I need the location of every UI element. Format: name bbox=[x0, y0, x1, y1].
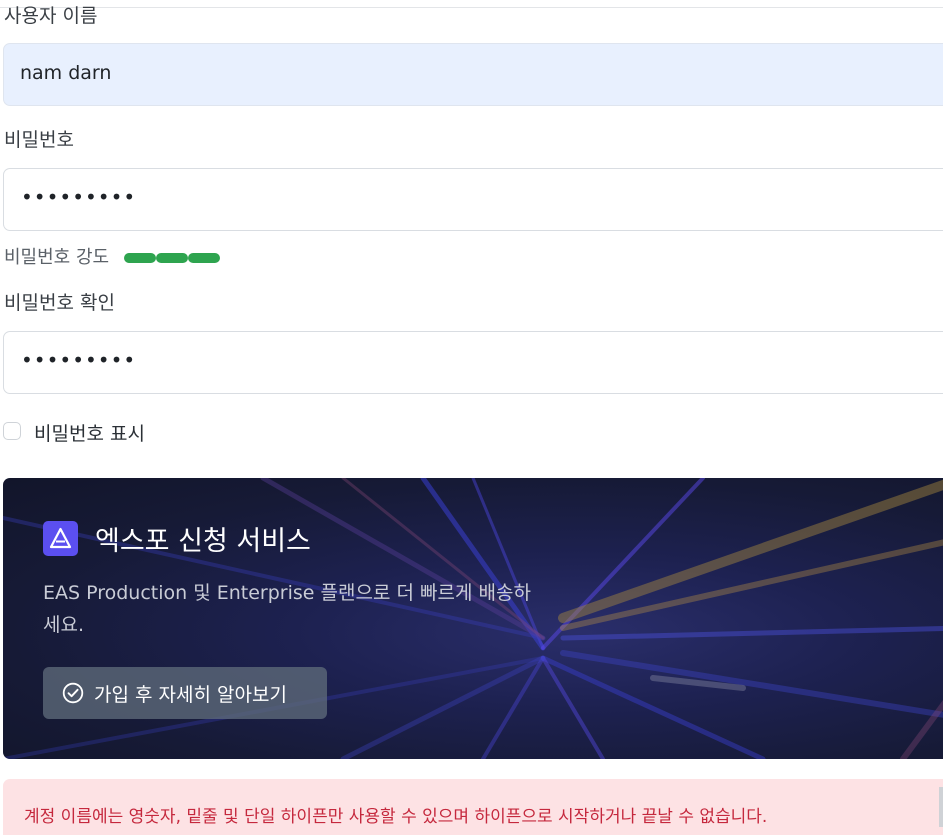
strength-segment-3 bbox=[188, 253, 220, 263]
expo-triangle-icon bbox=[43, 521, 78, 556]
username-label: 사용자 이름 bbox=[4, 5, 98, 27]
confirm-password-label: 비밀번호 확인 bbox=[4, 292, 115, 314]
show-password-label[interactable]: 비밀번호 표시 bbox=[34, 419, 145, 446]
top-divider bbox=[0, 7, 943, 8]
password-label: 비밀번호 bbox=[4, 129, 74, 151]
strength-segment-2 bbox=[156, 253, 188, 263]
promo-description: EAS Production 및 Enterprise 플랜으로 더 빠르게 배… bbox=[43, 582, 531, 636]
signup-learn-more-button[interactable]: 가입 후 자세히 알아보기 bbox=[43, 667, 327, 719]
username-value: nam darn bbox=[20, 62, 112, 84]
confirm-password-input[interactable]: ••••••••• bbox=[3, 331, 943, 394]
promo-title: 엑스포 신청 서비스 bbox=[95, 526, 311, 557]
username-input[interactable]: nam darn bbox=[3, 43, 943, 106]
show-password-checkbox[interactable] bbox=[3, 422, 21, 440]
scrollbar-edge[interactable] bbox=[939, 787, 943, 827]
error-message: 계정 이름에는 영숫자, 밑줄 및 단일 하이픈만 사용할 수 있으며 하이픈으… bbox=[24, 807, 768, 827]
check-circle-icon bbox=[62, 682, 84, 704]
signup-learn-more-label: 가입 후 자세히 알아보기 bbox=[94, 684, 287, 706]
eas-promo-card: 엑스포 신청 서비스 EAS Production 및 Enterprise 플… bbox=[3, 478, 943, 759]
error-banner: 계정 이름에는 영숫자, 밑줄 및 단일 하이픈만 사용할 수 있으며 하이픈으… bbox=[3, 779, 943, 835]
signup-form-page: 사용자 이름 nam darn 비밀번호 ••••••••• 비밀번호 강도 비… bbox=[0, 0, 943, 835]
strength-segment-1 bbox=[124, 253, 156, 263]
password-input[interactable]: ••••••••• bbox=[3, 168, 943, 231]
password-strength-label: 비밀번호 강도 bbox=[4, 247, 110, 268]
password-value: ••••••••• bbox=[21, 185, 137, 209]
confirm-password-value: ••••••••• bbox=[21, 348, 137, 372]
